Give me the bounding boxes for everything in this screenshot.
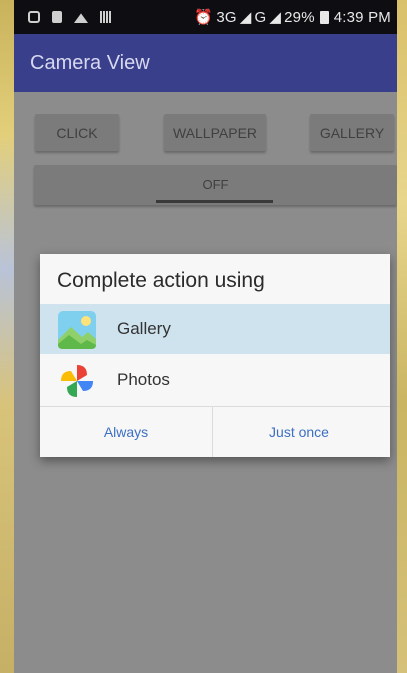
network-type-2: G	[254, 8, 267, 26]
status-bar: ⏰ 3G ◢ G ◢ 29% 4:39 PM	[14, 0, 397, 34]
always-button[interactable]: Always	[40, 407, 212, 457]
option-gallery[interactable]: Gallery	[40, 304, 390, 354]
alarm-icon: ⏰	[194, 9, 214, 26]
option-label: Photos	[117, 370, 170, 389]
signal-icon: ◢	[239, 9, 252, 26]
network-type: 3G	[216, 8, 237, 26]
wallpaper-button[interactable]: WALLPAPER	[164, 114, 266, 151]
photos-pinwheel-icon	[61, 365, 93, 397]
gallery-button[interactable]: GALLERY	[310, 114, 394, 151]
phone-screen: ⏰ 3G ◢ G ◢ 29% 4:39 PM Camera View CLICK…	[14, 0, 397, 673]
barcode-icon	[100, 11, 111, 23]
click-button[interactable]: CLICK	[35, 114, 119, 151]
toggle-indicator	[156, 200, 273, 203]
wallpaper-edge-left	[0, 0, 14, 673]
sd-card-icon	[52, 11, 62, 23]
just-once-button[interactable]: Just once	[213, 407, 385, 457]
gallery-icon	[58, 311, 96, 349]
app-bar: Camera View	[14, 34, 397, 92]
clock: 4:39 PM	[333, 8, 391, 26]
toggle-button[interactable]: OFF	[34, 165, 397, 205]
dialog-title: Complete action using	[57, 269, 265, 292]
chooser-dialog: Complete action using Gallery Photos Alw…	[40, 254, 390, 457]
signal-icon-2: ◢	[269, 9, 282, 26]
notification-icons	[28, 11, 111, 23]
toggle-label: OFF	[202, 177, 229, 192]
wallpaper-edge-right	[397, 0, 407, 673]
upload-icon	[74, 13, 88, 23]
option-label: Gallery	[117, 319, 171, 338]
battery-percent: 29%	[284, 8, 315, 26]
app-title: Camera View	[30, 52, 150, 74]
option-photos[interactable]: Photos	[40, 355, 390, 405]
battery-icon	[319, 10, 329, 24]
system-indicators: ⏰ 3G ◢ G ◢ 29% 4:39 PM	[194, 8, 391, 27]
notification-icon	[28, 11, 40, 23]
